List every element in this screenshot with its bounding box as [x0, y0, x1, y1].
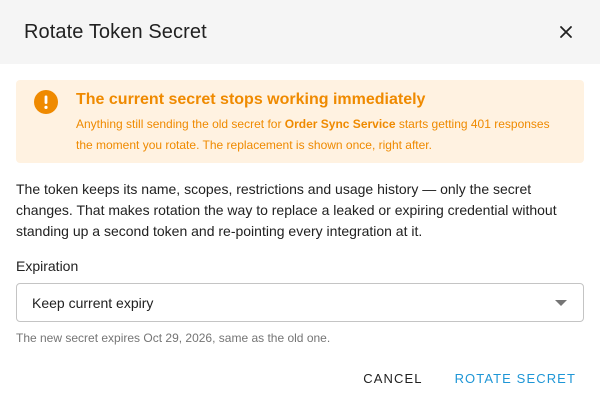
cancel-button[interactable]: CANCEL [355, 365, 430, 392]
close-button[interactable] [554, 20, 578, 44]
expiration-helper-text: The new secret expires Oct 29, 2026, sam… [16, 331, 331, 345]
expiration-label: Expiration [16, 258, 79, 274]
dialog-actions: CANCEL ROTATE SECRET [355, 365, 584, 392]
dialog-header: Rotate Token Secret [0, 0, 600, 64]
dialog-title: Rotate Token Secret [24, 20, 207, 43]
expiration-selected-value: Keep current expiry [32, 294, 154, 311]
rotate-secret-button[interactable]: ROTATE SECRET [447, 365, 584, 392]
dropdown-arrow-icon [555, 299, 567, 306]
alert-text-before: Anything still sending the old secret fo… [76, 117, 285, 131]
warning-icon [34, 90, 58, 114]
alert-title: The current secret stops working immedia… [76, 91, 426, 108]
alert-text: Anything still sending the old secret fo… [76, 114, 568, 156]
alert-body: The current secret stops working immedia… [76, 90, 568, 156]
description-text: The token keeps its name, scopes, restri… [16, 181, 557, 239]
close-icon [560, 26, 572, 38]
expiration-select[interactable]: Keep current expiry [16, 283, 584, 322]
dialog-content: The current secret stops working immedia… [0, 64, 600, 346]
rotate-token-dialog: Rotate Token Secret The current secret s… [0, 0, 600, 412]
alert-service-name: Order Sync Service [284, 117, 396, 131]
warning-alert: The current secret stops working immedia… [16, 80, 584, 163]
